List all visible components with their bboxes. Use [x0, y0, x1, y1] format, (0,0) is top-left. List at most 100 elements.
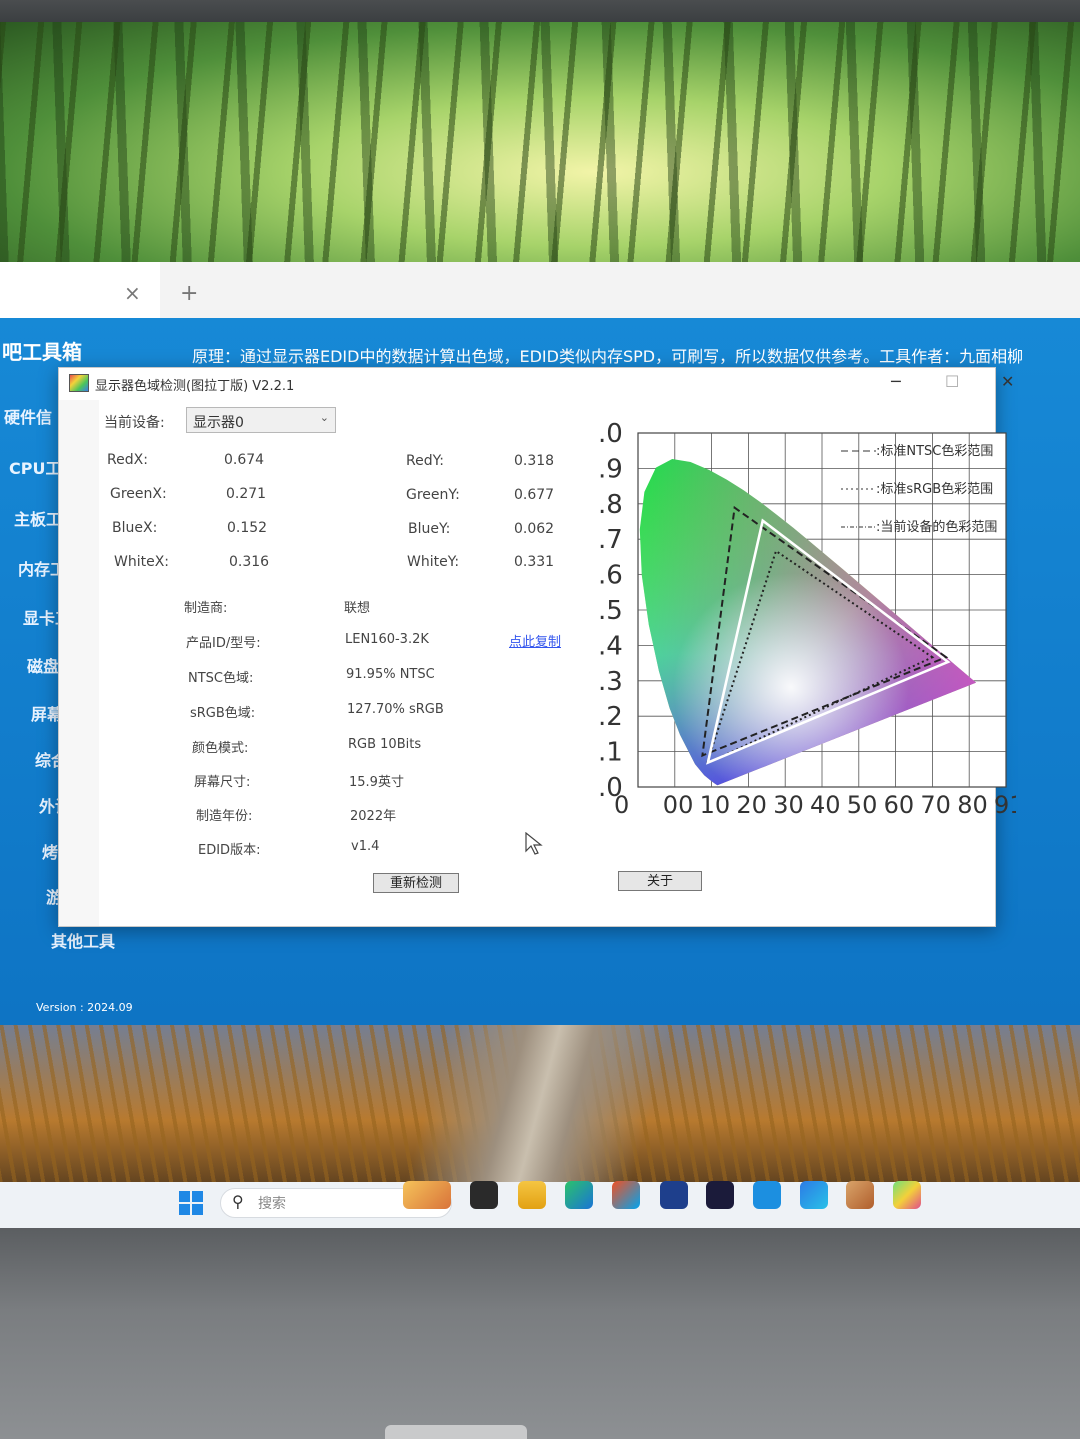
ie-icon[interactable] [753, 1181, 781, 1209]
white-x-value: 0.316 [229, 554, 270, 570]
info-label: 颜色模式: [192, 741, 249, 756]
desktop-wallpaper [0, 22, 1080, 272]
dialog-title: 显示器色域检测(图拉丁版) V2.2.1 [95, 379, 295, 394]
color-gamut-app-icon[interactable] [893, 1181, 921, 1209]
y-tick-label: .4 [598, 631, 623, 661]
sidebar-item[interactable]: CPU工 [9, 455, 61, 479]
sidebar-item[interactable]: 主板工 [14, 506, 62, 530]
maximize-button[interactable]: ☐ [945, 372, 959, 391]
about-button[interactable]: 关于 [618, 871, 702, 891]
info-value: LEN160-3.2K [345, 632, 429, 647]
copy-link[interactable]: 点此复制 [509, 631, 561, 650]
dm-icon[interactable] [800, 1181, 828, 1209]
browser-tab-bar [0, 262, 1080, 320]
red-x-label: RedX: [107, 452, 148, 468]
close-button[interactable]: ✕ [1001, 372, 1014, 391]
info-label: sRGB色域: [190, 706, 256, 721]
info-label: 产品ID/型号: [186, 636, 261, 651]
y-tick-label: .3 [598, 667, 623, 697]
info-label: EDID版本: [198, 843, 261, 858]
x-tick-label: 30 [773, 791, 804, 819]
info-label: 屏幕尺寸: [194, 775, 251, 790]
legend-label: :标准sRGB色彩范围 [876, 481, 993, 497]
y-tick-label: .7 [598, 525, 623, 555]
info-value: 15.9英寸 [349, 775, 404, 790]
info-value: 91.95% NTSC [346, 667, 435, 682]
green-x-label: GreenX: [110, 486, 167, 502]
widgets-icon[interactable] [403, 1181, 451, 1209]
info-value: 2022年 [350, 809, 397, 824]
chevron-down-icon: ⌄ [319, 411, 329, 424]
laptop-hinge [385, 1425, 527, 1439]
x-tick-label: 70 [920, 791, 951, 819]
desktop-wallpaper-lower [0, 1015, 1080, 1190]
y-tick-label: .1 [598, 738, 623, 768]
blue-x-value: 0.152 [227, 520, 268, 536]
sidebar-item[interactable]: 硬件信 [4, 404, 52, 428]
sidebar-item[interactable]: 其他工具 [51, 928, 115, 952]
app-v-icon[interactable] [660, 1181, 688, 1209]
x-tick-label: 50 [847, 791, 878, 819]
app-title: 吧工具箱 [2, 340, 82, 364]
info-label: 制造商: [184, 601, 228, 616]
x-tick-label: 40 [810, 791, 841, 819]
device-select[interactable]: 显示器0 ⌄ [186, 407, 336, 433]
edge-icon[interactable] [565, 1181, 593, 1209]
x-tick-label: 80 [957, 791, 988, 819]
search-icon: ⚲ [232, 1192, 244, 1211]
taskbar-search-placeholder: 搜索 [258, 1196, 286, 1212]
red-y-value: 0.318 [514, 453, 555, 469]
blue-y-label: BlueY: [408, 521, 451, 537]
y-tick-label: .0 [598, 419, 623, 449]
y-tick-label: .9 [598, 454, 623, 484]
x-tick-label: 0 [614, 791, 629, 819]
mouse-cursor-icon [525, 832, 543, 855]
blue-y-value: 0.062 [514, 521, 555, 537]
x-tick-label: 60 [884, 791, 915, 819]
store-icon[interactable] [612, 1181, 640, 1209]
new-tab-icon[interactable]: + [180, 281, 198, 306]
info-value: RGB 10Bits [348, 737, 422, 752]
white-y-value: 0.331 [514, 554, 555, 570]
chat-icon[interactable] [706, 1181, 734, 1209]
info-value: v1.4 [351, 839, 380, 854]
x-tick-label: 10 [700, 791, 731, 819]
file-explorer-icon[interactable] [518, 1181, 546, 1209]
info-value: 联想 [344, 601, 371, 616]
app-notice: 原理：通过显示器EDID中的数据计算出色域，EDID类似内存SPD，可刷写，所以… [192, 347, 1024, 366]
x-tick-label: 91 [994, 791, 1016, 819]
info-value: 127.70% sRGB [347, 702, 444, 717]
blue-x-label: BlueX: [112, 520, 158, 536]
start-icon[interactable] [178, 1190, 204, 1216]
red-x-value: 0.674 [224, 452, 265, 468]
white-x-label: WhiteX: [114, 554, 170, 570]
device-label: 当前设备: [104, 415, 165, 431]
tab-close-icon[interactable]: × [124, 281, 141, 305]
y-tick-label: .5 [598, 596, 623, 626]
legend-label: :标准NTSC色彩范围 [876, 443, 993, 459]
cie-chart: .0.9.8.7.6.5.4.3.2.1.0 0 00 10 20 30 40 50 60 70… [596, 415, 1025, 820]
y-tick-label: .2 [598, 702, 623, 732]
laptop-body [0, 1225, 1080, 1439]
device-select-value: 显示器0 [193, 415, 244, 431]
minimize-button[interactable]: ─ [891, 372, 901, 391]
task-view-icon[interactable] [470, 1181, 498, 1209]
legend-label: :当前设备的色彩范围 [876, 519, 997, 535]
cie-chart-svg: .0.9.8.7.6.5.4.3.2.1.0 0 00 10 20 30 40 50 60 70… [598, 419, 1025, 819]
info-label: NTSC色域: [188, 671, 254, 686]
green-y-value: 0.677 [514, 487, 555, 503]
redetect-button[interactable]: 重新检测 [373, 873, 459, 893]
info-label: 制造年份: [196, 809, 253, 824]
app-icon [69, 374, 89, 392]
y-tick-label: .6 [598, 561, 623, 591]
y-tick-label: .8 [598, 490, 623, 520]
green-y-label: GreenY: [406, 487, 460, 503]
package-icon[interactable] [846, 1181, 874, 1209]
dialog-titlebar[interactable]: 显示器色域检测(图拉丁版) V2.2.1 ─ ☐ ✕ [59, 368, 1014, 400]
x-tick-label: 20 [736, 791, 767, 819]
x-tick-label: 00 [663, 791, 694, 819]
green-x-value: 0.271 [226, 486, 267, 502]
red-y-label: RedY: [406, 453, 445, 469]
white-y-label: WhiteY: [407, 554, 460, 570]
app-version: Version : 2024.09 [36, 1001, 133, 1014]
